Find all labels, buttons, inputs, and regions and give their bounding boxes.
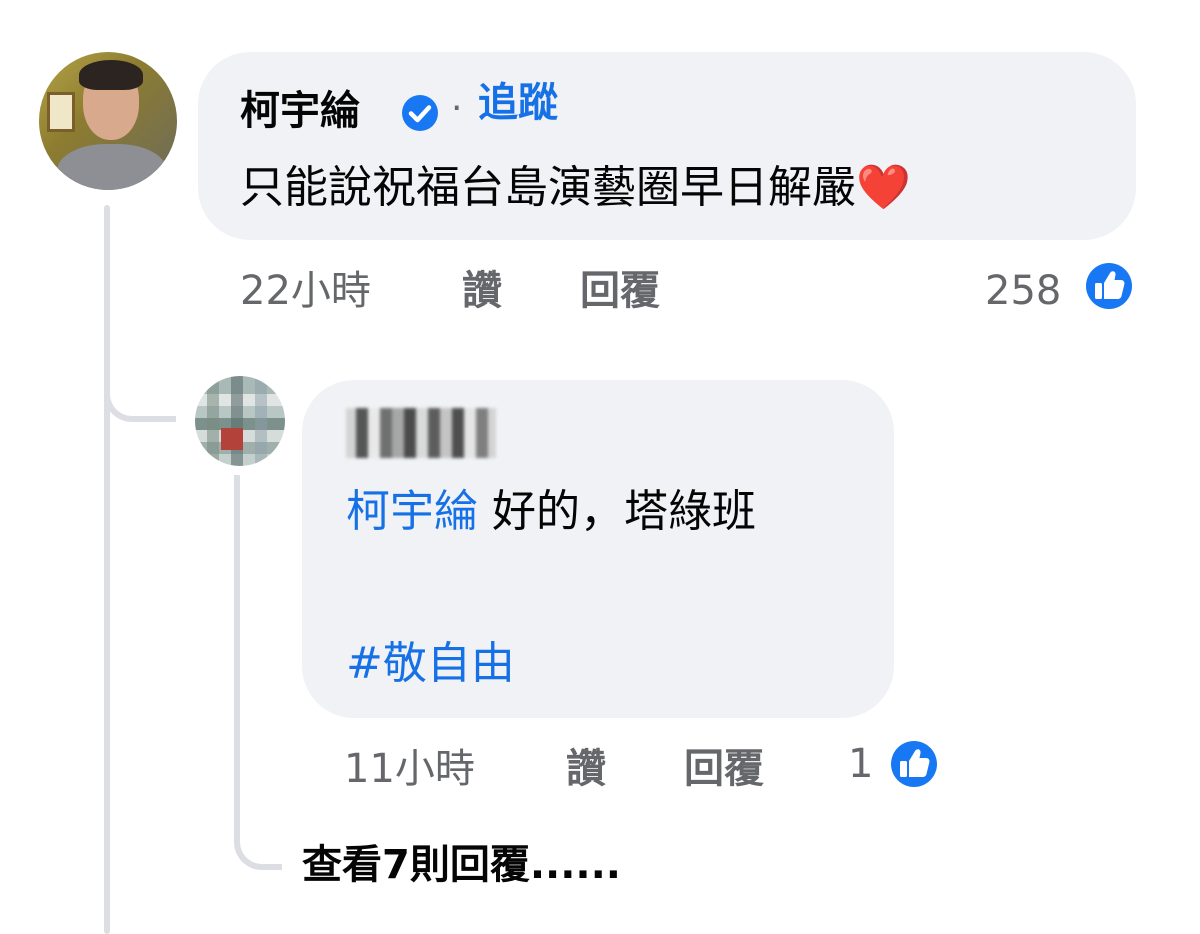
separator-dot: · <box>451 88 463 129</box>
heart-emoji: ❤️ <box>856 162 911 213</box>
comment-author-name[interactable]: 柯宇綸 <box>240 86 360 136</box>
reply-like-count[interactable]: 1 <box>848 739 873 789</box>
thread-line-replies <box>234 475 282 870</box>
comment-body: 只能說祝福台島演藝圈早日解嚴 <box>240 162 856 213</box>
reply-text: 柯宇綸 好的，塔綠班 <box>346 484 756 540</box>
like-count[interactable]: 258 <box>985 266 1061 316</box>
mention-link[interactable]: 柯宇綸 <box>346 486 478 537</box>
hashtag-link[interactable]: #敬自由 <box>346 636 515 692</box>
like-button[interactable]: 讚 <box>462 266 502 316</box>
avatar-background-frame <box>47 92 75 132</box>
reply-body: 好的，塔綠班 <box>478 486 756 537</box>
follow-button[interactable]: 追蹤 <box>478 78 558 128</box>
commenter-avatar[interactable] <box>39 52 177 190</box>
comment-timestamp[interactable]: 22小時 <box>240 266 371 316</box>
avatar-shirt <box>57 144 167 190</box>
reply-reply-button[interactable]: 回覆 <box>684 744 764 794</box>
reply-author-name-blurred[interactable] <box>346 408 496 458</box>
thumbs-up-icon[interactable] <box>1082 259 1136 313</box>
thumbs-up-icon[interactable] <box>887 737 941 791</box>
thread-line-branch <box>104 300 176 422</box>
reply-like-button[interactable]: 讚 <box>566 744 606 794</box>
avatar-pixel-detail <box>221 428 243 450</box>
view-more-replies-link[interactable]: 查看7則回覆...... <box>302 840 621 890</box>
avatar-hair <box>79 60 143 90</box>
comment-text: 只能說祝福台島演藝圈早日解嚴❤️ <box>240 160 911 216</box>
verified-badge-icon <box>402 95 438 131</box>
reply-timestamp[interactable]: 11小時 <box>344 744 475 794</box>
reply-button[interactable]: 回覆 <box>580 266 660 316</box>
reply-author-avatar[interactable] <box>195 376 285 466</box>
